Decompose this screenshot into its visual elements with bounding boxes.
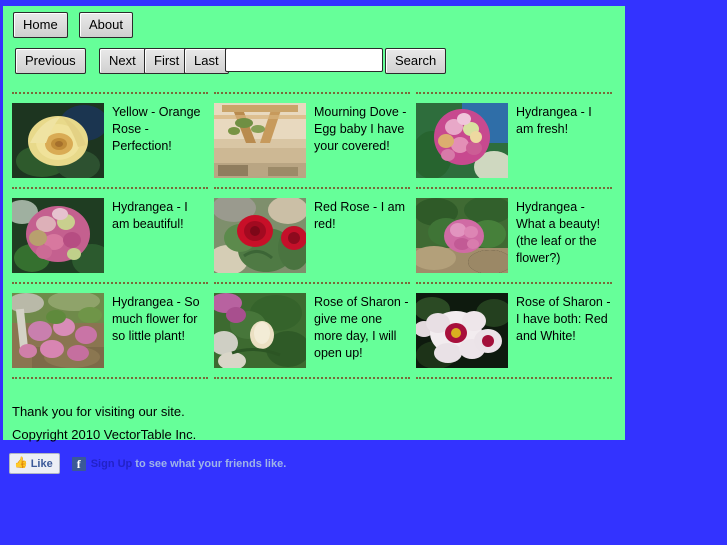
last-page-button[interactable]: Last bbox=[184, 48, 229, 74]
gallery-caption: Hydrangea - I am fresh! bbox=[516, 105, 592, 136]
gallery-row: Hydrangea - So much flower for so little… bbox=[12, 284, 618, 377]
gallery-caption: Mourning Dove - Egg baby I have your cov… bbox=[314, 105, 407, 153]
rose-of-sharon-open-photo[interactable] bbox=[416, 293, 508, 368]
facebook-like-bar: 👍 Like f Sign Up to see what your friend… bbox=[9, 453, 286, 474]
gallery-cell[interactable]: Red Rose - I am red! bbox=[214, 189, 416, 282]
gallery-cell[interactable]: Rose of Sharon - I have both: Red and Wh… bbox=[416, 284, 618, 377]
row-divider bbox=[416, 377, 612, 379]
hydrangea-beautiful-photo[interactable] bbox=[12, 198, 104, 273]
facebook-logo-icon: f bbox=[71, 456, 86, 471]
gallery-caption: Hydrangea - So much flower for so little… bbox=[112, 295, 200, 343]
gallery-cell[interactable]: Hydrangea - I am fresh! bbox=[416, 94, 618, 187]
hydrangea-beauty-photo[interactable] bbox=[416, 198, 508, 273]
first-page-button[interactable]: First bbox=[144, 48, 190, 74]
divider-cell bbox=[214, 377, 416, 379]
gallery-caption: Yellow - Orange Rose - Perfection! bbox=[112, 105, 201, 153]
yellow-orange-rose-photo[interactable] bbox=[12, 103, 104, 178]
facebook-like-label: Like bbox=[30, 457, 53, 470]
rose-of-sharon-bud-photo[interactable] bbox=[214, 293, 306, 368]
page-container: Home About Previous Next First Last Sear… bbox=[3, 6, 625, 442]
gallery-cell[interactable]: Hydrangea - So much flower for so little… bbox=[12, 284, 214, 377]
next-page-button[interactable]: Next bbox=[99, 48, 146, 74]
gallery-row-divider-bottom bbox=[12, 377, 618, 379]
gallery-row: Yellow - Orange Rose - Perfection! Mourn… bbox=[12, 94, 618, 187]
footer-copyright-text: Copyright 2010 VectorTable Inc. bbox=[12, 427, 197, 442]
hydrangea-fresh-photo[interactable] bbox=[416, 103, 508, 178]
pager-search-bar: Previous Next First Last Search bbox=[3, 48, 625, 80]
gallery-cell[interactable]: Mourning Dove - Egg baby I have your cov… bbox=[214, 94, 416, 187]
facebook-social-text: to see what your friends like. bbox=[135, 457, 287, 470]
row-divider bbox=[214, 377, 410, 379]
footer-thanks-text: Thank you for visiting our site. bbox=[12, 404, 185, 419]
row-divider bbox=[12, 377, 208, 379]
photo-gallery: Yellow - Orange Rose - Perfection! Mourn… bbox=[12, 92, 618, 379]
search-input[interactable] bbox=[225, 48, 383, 72]
thumbs-up-icon: 👍 bbox=[14, 457, 28, 469]
gallery-caption: Rose of Sharon - give me one more day, I… bbox=[314, 295, 409, 360]
hydrangea-little-plant-photo[interactable] bbox=[12, 293, 104, 368]
gallery-cell[interactable]: Yellow - Orange Rose - Perfection! bbox=[12, 94, 214, 187]
nav-home-button[interactable]: Home bbox=[13, 12, 68, 38]
gallery-caption: Red Rose - I am red! bbox=[314, 200, 406, 231]
facebook-like-button[interactable]: 👍 Like bbox=[9, 453, 60, 474]
gallery-cell[interactable]: Rose of Sharon - give me one more day, I… bbox=[214, 284, 416, 377]
gallery-cell[interactable]: Hydrangea - I am beautiful! bbox=[12, 189, 214, 282]
mourning-dove-pergola-photo[interactable] bbox=[214, 103, 306, 178]
divider-cell bbox=[12, 377, 214, 379]
previous-page-button[interactable]: Previous bbox=[15, 48, 86, 74]
gallery-caption: Hydrangea - I am beautiful! bbox=[112, 200, 188, 231]
search-button[interactable]: Search bbox=[385, 48, 447, 74]
gallery-cell[interactable]: Hydrangea - What a beauty! (the leaf or … bbox=[416, 189, 618, 282]
nav-about-button[interactable]: About bbox=[79, 12, 133, 38]
gallery-row: Hydrangea - I am beautiful! Red Rose - I… bbox=[12, 189, 618, 282]
gallery-caption: Hydrangea - What a beauty! (the leaf or … bbox=[516, 200, 601, 265]
facebook-signup-link[interactable]: Sign Up bbox=[91, 458, 133, 470]
divider-cell bbox=[416, 377, 618, 379]
gallery-caption: Rose of Sharon - I have both: Red and Wh… bbox=[516, 295, 611, 343]
red-rose-photo[interactable] bbox=[214, 198, 306, 273]
footer: Thank you for visiting our site. Copyrig… bbox=[12, 404, 618, 450]
navigation-bar: Home About bbox=[3, 12, 625, 44]
